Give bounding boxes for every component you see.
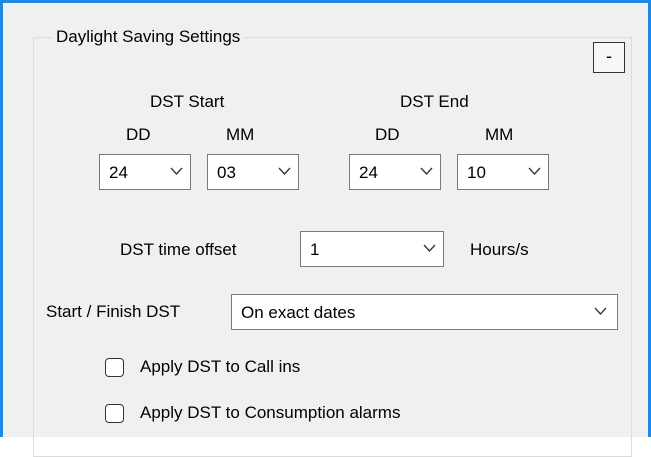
dst-end-title: DST End	[400, 92, 469, 111]
apply-dst-consumption-alarms-checkbox[interactable]	[105, 404, 124, 423]
chevron-down-icon	[420, 167, 433, 175]
apply-dst-call-ins-label[interactable]: Apply DST to Call ins	[140, 357, 300, 377]
dst-end-dd-label: DD	[375, 125, 400, 144]
group-title: Daylight Saving Settings	[52, 27, 245, 47]
dst-start-day-select[interactable]: 24	[99, 154, 191, 190]
dst-offset-unit: Hours/s	[470, 240, 529, 259]
start-finish-value: On exact dates	[241, 303, 356, 322]
start-finish-label: Start / Finish DST	[46, 302, 181, 321]
dst-start-dd-label: DD	[126, 125, 151, 144]
dst-end-day-value: 24	[359, 163, 378, 182]
dst-end-day-select[interactable]: 24	[349, 154, 441, 190]
start-finish-select[interactable]: On exact dates	[231, 294, 618, 330]
dst-end-month-select[interactable]: 10	[457, 154, 549, 190]
dst-offset-value: 1	[310, 240, 320, 259]
dst-start-month-select[interactable]: 03	[207, 154, 299, 190]
dst-start-month-value: 03	[217, 163, 236, 182]
dst-start-title: DST Start	[150, 92, 225, 111]
dst-offset-label: DST time offset	[120, 240, 237, 259]
chevron-down-icon	[170, 167, 183, 175]
chevron-down-icon	[278, 167, 291, 175]
dst-offset-select[interactable]: 1	[300, 231, 444, 267]
collapse-button[interactable]: -	[593, 42, 625, 73]
dst-start-day-value: 24	[109, 163, 128, 182]
chevron-down-icon	[423, 244, 436, 252]
dst-end-month-value: 10	[467, 163, 486, 182]
apply-dst-consumption-alarms-label[interactable]: Apply DST to Consumption alarms	[140, 403, 400, 423]
chevron-down-icon	[528, 167, 541, 175]
chevron-down-icon	[594, 307, 607, 315]
dst-start-mm-label: MM	[226, 125, 255, 144]
apply-dst-call-ins-checkbox[interactable]	[105, 358, 124, 377]
dst-end-mm-label: MM	[485, 125, 514, 144]
